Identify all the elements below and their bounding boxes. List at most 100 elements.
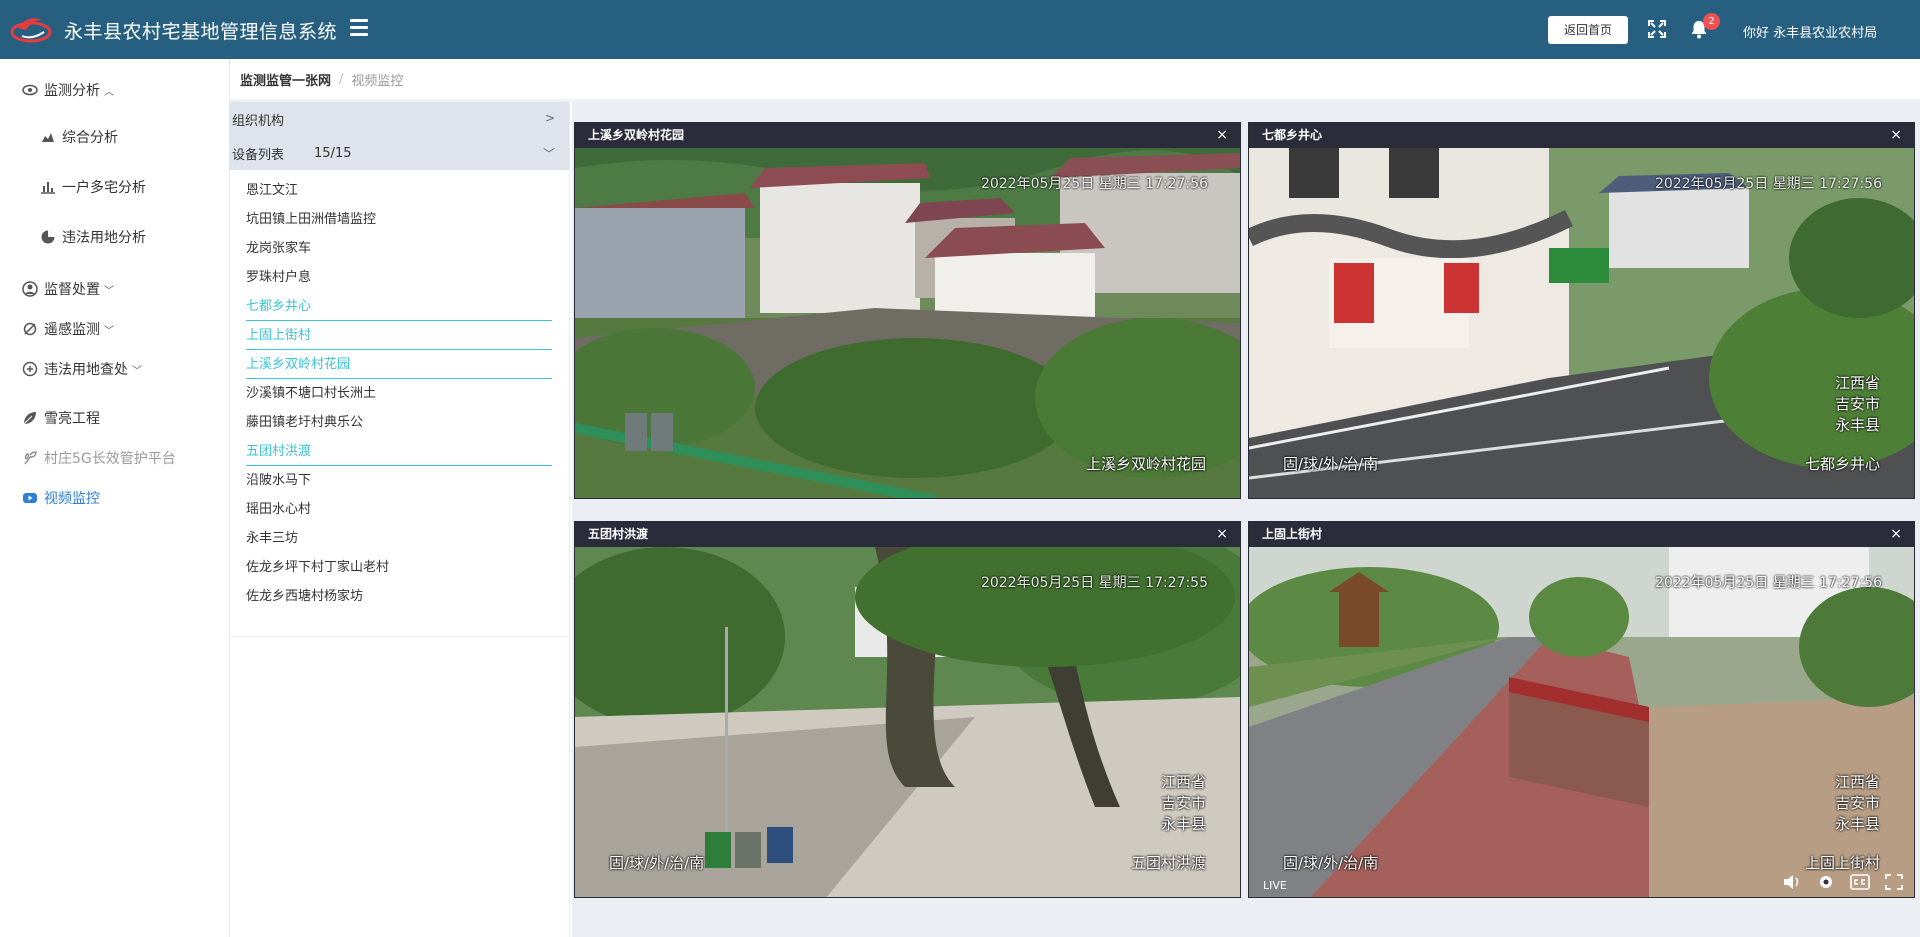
- video-grid: 上溪乡双岭村花园 × 2022年05月25日 星期三 17:27:56 上溪乡双岭村…: [572, 102, 1920, 937]
- close-icon[interactable]: ×: [1216, 123, 1228, 148]
- bar-chart-icon: [41, 182, 55, 194]
- divider: [230, 636, 570, 637]
- region-line: 江西省: [1834, 374, 1880, 392]
- area-chart-icon: [41, 133, 55, 143]
- device-list-item[interactable]: 藤田镇老圩村典乐公: [246, 408, 552, 437]
- sidebar-item-monitor-analysis[interactable]: 监测分析 ︿: [22, 79, 114, 101]
- sidebar-item-supervise[interactable]: 监督处置 ﹀: [22, 278, 114, 300]
- user-greeting[interactable]: 你好 永丰县农业农村局: [1743, 22, 1877, 41]
- pie-chart-icon: [41, 230, 55, 244]
- video-location-label: 五团村洪渡: [1130, 854, 1206, 872]
- sidebar: 监测分析 ︿ 综合分析 一户多宅分析 违法用地分析 监督处置 ﹀ 遥感监测 ﹀ …: [0, 59, 230, 937]
- sidebar-item-label: 监测分析: [44, 83, 100, 99]
- sidebar-item-label: 雪亮工程: [44, 411, 100, 427]
- plant-icon: [24, 451, 37, 465]
- region-line: 吉安市: [1834, 794, 1880, 812]
- video-region-label: 江西省 吉安市 永丰县: [1835, 772, 1880, 835]
- sidebar-item-label: 一户多宅分析: [62, 180, 146, 196]
- video-title-bar: 五团村洪渡: [575, 522, 1240, 547]
- player-controls: [1782, 873, 1904, 891]
- close-icon[interactable]: ×: [1216, 522, 1228, 547]
- fullscreen-icon[interactable]: [1884, 873, 1904, 891]
- device-list: 恩江文江 坑田镇上田洲借墙监控 龙岗张家车 罗珠村户息 七都乡井心 上固上街村 上溪乡双岭村…: [230, 170, 569, 611]
- sidebar-item-label: 综合分析: [62, 130, 118, 146]
- device-list-item[interactable]: 永丰三坊: [246, 524, 552, 553]
- org-label: 组织机构: [232, 113, 285, 129]
- sidebar-item-label: 监督处置: [44, 282, 100, 298]
- video-timestamp: 2022年05月25日 星期三 17:27:56: [1654, 176, 1882, 192]
- breadcrumb-separator: /: [339, 71, 344, 87]
- video-location-label: 上溪乡双岭村花园: [1085, 455, 1206, 473]
- user-icon: [22, 281, 38, 297]
- device-count: 15/15: [314, 145, 352, 161]
- close-icon[interactable]: ×: [1890, 123, 1902, 148]
- video-tile[interactable]: 五团村洪渡 × 2022年05月25日 星期三 17:27:55 江西省 吉安市 永丰县…: [574, 521, 1241, 898]
- video-region-label: 江西省 吉安市 永丰县: [1161, 772, 1206, 835]
- sidebar-item-overall-analysis[interactable]: 综合分析: [40, 126, 118, 148]
- region-line: 永丰县: [1834, 416, 1880, 434]
- chevron-down-icon: ﹀: [104, 285, 114, 297]
- video-icon: [23, 493, 37, 503]
- settings-icon[interactable]: [1816, 873, 1836, 891]
- close-icon[interactable]: ×: [1890, 522, 1902, 547]
- video-feed[interactable]: 2022年05月25日 星期三 17:27:56 上溪乡双岭村花园: [575, 148, 1240, 498]
- sidebar-item-remote-sensing[interactable]: 遥感监测 ﹀: [22, 318, 114, 340]
- device-panel: 组织机构 > 设备列表 15/15 ﹀ 恩江文江 坑田镇上田洲借墙监控 龙岗张家车罗…: [230, 102, 570, 937]
- device-list-item[interactable]: 瑶田水心村: [246, 495, 552, 524]
- device-list-label: 设备列表: [232, 147, 285, 163]
- sidebar-item-xueliang[interactable]: 雪亮工程: [22, 407, 100, 429]
- video-camera-tag: 固/球/外/治/南: [1283, 854, 1379, 872]
- video-feed[interactable]: 2022年05月25日 星期三 17:27:56 江西省 吉安市 永丰县 固/球/外/治…: [1249, 547, 1914, 897]
- device-list-item[interactable]: 沙溪镇不塘口村长洲土: [246, 379, 552, 408]
- region-line: 吉安市: [1834, 395, 1880, 413]
- menu-toggle-icon[interactable]: [350, 19, 368, 37]
- device-list-header[interactable]: 设备列表 15/15 ﹀: [230, 136, 569, 170]
- video-title-bar: 上溪乡双岭村花园: [575, 123, 1240, 148]
- fullscreen-icon[interactable]: [1648, 20, 1666, 38]
- device-list-item[interactable]: 佐龙乡西塘村杨家坊: [246, 582, 552, 611]
- subtitle-icon[interactable]: [1850, 873, 1870, 891]
- video-tile[interactable]: 七都乡井心 × 2022年05月25日 星期三 17:27:56 江西省吉安市永丰县…: [1248, 122, 1915, 499]
- video-location-label: 七都乡井心: [1804, 455, 1880, 473]
- live-indicator: LIVE: [1263, 879, 1287, 892]
- leaf-icon: [23, 412, 36, 425]
- sidebar-item-label: 村庄5G长效管护平台: [44, 451, 176, 467]
- search-icon: [22, 361, 38, 377]
- satellite-icon: [23, 322, 37, 336]
- breadcrumb-item[interactable]: 监测监管一张网: [240, 70, 331, 89]
- sidebar-item-village-5g[interactable]: 村庄5G长效管护平台: [22, 447, 176, 469]
- device-list-item[interactable]: 龙岗张家车: [246, 234, 552, 263]
- sidebar-item-multi-house[interactable]: 一户多宅分析: [40, 176, 146, 198]
- video-timestamp: 2022年05月25日 星期三 17:27:55: [980, 575, 1208, 591]
- sidebar-item-illegal-analysis[interactable]: 违法用地分析: [40, 226, 146, 248]
- device-list-item[interactable]: 上溪乡双岭村花园: [246, 350, 552, 379]
- volume-icon[interactable]: [1782, 873, 1802, 891]
- video-tile[interactable]: 上固上街村 × 2022年05月25日 星期三 17:27:56 江西省 吉安市 永丰县…: [1248, 521, 1915, 898]
- breadcrumb-current: 视频监控: [351, 73, 404, 89]
- sidebar-item-video-monitor[interactable]: 视频监控: [22, 487, 100, 509]
- device-list-item[interactable]: 佐龙乡坪下村丁家山老村: [246, 553, 552, 582]
- video-feed[interactable]: 2022年05月25日 星期三 17:27:56 江西省 吉安市 永丰县 固/球/外/治…: [1249, 148, 1914, 498]
- org-section-header[interactable]: 组织机构 >: [230, 102, 569, 136]
- device-list-item[interactable]: 罗珠村户息: [246, 263, 552, 292]
- sidebar-item-label: 视频监控: [44, 491, 100, 507]
- video-tile[interactable]: 上溪乡双岭村花园 × 2022年05月25日 星期三 17:27:56 上溪乡双岭村…: [574, 122, 1241, 499]
- sidebar-item-illegal-investigation[interactable]: 违法用地查处 ﹀: [22, 358, 142, 380]
- device-list-item[interactable]: 七都乡井心: [246, 292, 552, 321]
- chevron-down-icon: ﹀: [104, 325, 114, 337]
- video-title: 上固上街村: [1262, 527, 1323, 541]
- device-list-item[interactable]: 上固上街村: [246, 321, 552, 350]
- sidebar-item-label: 违法用地分析: [62, 230, 146, 246]
- device-list-item[interactable]: 坑田镇上田洲借墙监控: [246, 205, 552, 234]
- top-header: 永丰县农村宅基地管理信息系统 返回首页 2 你好 永丰县农业农村局: [0, 0, 1920, 59]
- region-line: 吉安市: [1160, 794, 1206, 812]
- video-location-label: 上固上街村: [1804, 854, 1880, 872]
- home-button[interactable]: 返回首页: [1548, 16, 1628, 44]
- video-feed[interactable]: 2022年05月25日 星期三 17:27:55 江西省 吉安市 永丰县 固/球/外/治…: [575, 527, 1240, 897]
- device-list-item[interactable]: 恩江文江: [246, 176, 552, 205]
- video-title: 七都乡井心: [1262, 128, 1323, 142]
- region-line: 永丰县: [1834, 815, 1880, 833]
- video-title: 上溪乡双岭村花园: [588, 128, 685, 142]
- device-list-item[interactable]: 五团村洪渡: [246, 437, 552, 466]
- device-list-item[interactable]: 沿陂水马下: [246, 466, 552, 495]
